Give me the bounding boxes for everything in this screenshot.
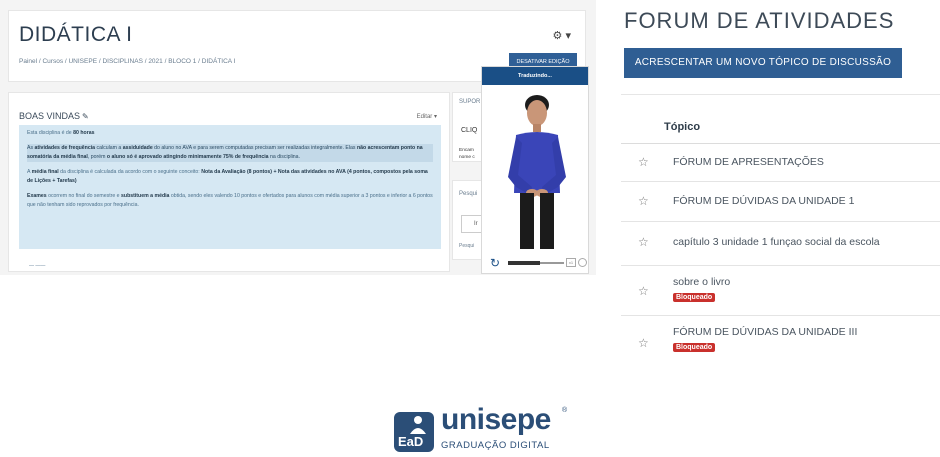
add-topic-button[interactable]: ACRESCENTAR UM NOVO TÓPICO DE DISCUSSÃO [624,48,902,78]
sign-language-widget[interactable]: Traduzindo... ↻ x1 [481,66,589,274]
star-outline-icon[interactable]: ☆ [638,235,649,249]
intro-line: Esta disciplina é de 80 horas [27,130,95,136]
widget-header: Traduzindo... [482,67,588,85]
star-outline-icon[interactable]: ☆ [638,155,649,169]
person-icon [410,416,426,434]
brand-subtitle: GRADUAÇÃO DIGITAL [441,440,550,451]
replay-icon[interactable]: ↻ [490,255,500,271]
locked-badge: Bloqueado [673,293,716,302]
subtitle-toggle-icon[interactable] [578,258,587,267]
course-title: DIDÁTICA I [19,23,133,46]
star-outline-icon[interactable]: ☆ [638,284,649,298]
block-title: BOAS VINDAS ✎ [19,111,89,121]
gear-icon[interactable]: ⚙ ▾ [553,29,571,42]
sign-avatar-image [508,95,566,249]
widget-controls: ↻ x1 [486,255,587,271]
star-outline-icon[interactable]: ☆ [638,194,649,208]
topic-link[interactable]: FÓRUM DE DÚVIDAS DA UNIDADE 1 [673,195,854,207]
support-label: SUPOR [459,99,481,105]
pencil-icon[interactable]: ✎ [82,112,89,121]
exams-paragraph: Exames ocorrem no final do semestre e su… [27,193,433,208]
welcome-block: BOAS VINDAS ✎ Editar ▾ Esta disciplina é … [8,92,450,272]
table-row: ☆ FÓRUM DE DÚVIDAS DA UNIDADE 1 [621,182,940,222]
table-row: ☆ capítulo 3 unidade 1 funçao social da … [621,222,940,266]
welcome-info-box: Esta disciplina é de 80 horas As ativida… [19,125,441,249]
star-outline-icon[interactable]: ☆ [638,336,649,350]
course-screenshot: DIDÁTICA I Painel / Cursos / UNISEPE / D… [0,0,596,275]
unisepe-logo: EaD unisepe ® GRADUAÇÃO DIGITAL [394,402,574,454]
table-header-row: Tópico [621,94,940,144]
topic-column-header[interactable]: Tópico [664,121,700,133]
table-row: ☆ FÓRUM DE APRESENTAÇÕES [621,144,940,182]
progress-slider[interactable] [508,261,564,265]
frequency-paragraph: As atividades de frequência calculam a a… [27,144,433,162]
final-grade-paragraph: A média final da disciplina é calculada … [27,169,428,184]
forum-title: FORUM DE ATIVIDADES [624,8,895,33]
breadcrumb[interactable]: Painel / Cursos / UNISEPE / DISCIPLINAS … [19,58,235,65]
edit-menu-link[interactable]: Editar ▾ [417,113,437,120]
table-row: ☆ sobre o livro Bloqueado [621,266,940,316]
ead-label: EaD [398,434,424,449]
topic-link[interactable]: sobre o livro [673,276,730,288]
search-label-secondary: Pesqui [459,243,475,249]
registered-mark: ® [562,407,568,414]
topic-link[interactable]: FÓRUM DE APRESENTAÇÕES [673,156,824,168]
locked-badge: Bloqueado [673,343,716,352]
forum-topics-table: Tópico ☆ FÓRUM DE APRESENTAÇÕES ☆ FÓRUM … [621,94,940,368]
logo-mark-icon: EaD [394,412,434,452]
block-footer: — —— [29,263,46,269]
search-label: Pesqui [459,191,478,197]
topic-link[interactable]: capítulo 3 unidade 1 funçao social da es… [673,236,880,248]
speed-button[interactable]: x1 [566,258,576,267]
brand-wordmark: unisepe [441,403,551,436]
table-row: ☆ FÓRUM DE DÚVIDAS DA UNIDADE III Bloque… [621,316,940,368]
topic-link[interactable]: FÓRUM DE DÚVIDAS DA UNIDADE III [673,326,857,338]
click-label[interactable]: CLIQ [461,127,477,134]
